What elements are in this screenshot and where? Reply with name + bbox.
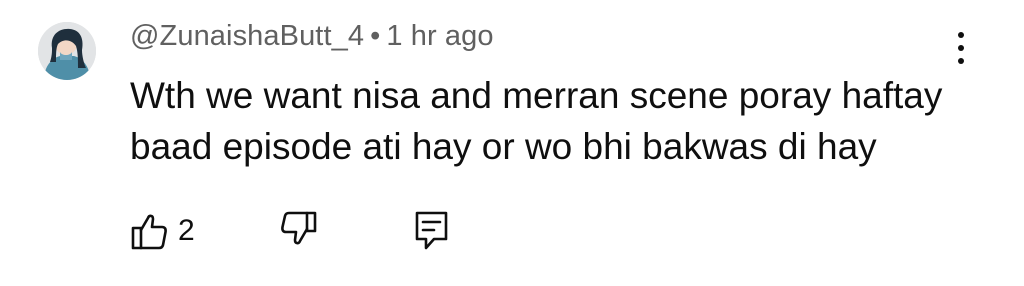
more-vert-icon [958,32,964,38]
like-count: 2 [178,214,195,247]
reply-comment-icon [415,211,448,250]
dislike-button[interactable] [274,208,324,254]
comment-text: Wth we want nisa and merran scene poray … [130,75,943,167]
thumbs-down-icon [281,211,317,245]
avatar-illustration [38,22,96,80]
meta-separator: • [370,20,381,52]
more-options-button[interactable] [945,30,977,70]
comment-meta: @ZunaishaButt_4 • 1 hr ago [130,20,494,53]
author-name[interactable]: @ZunaishaButt_4 [130,20,364,52]
reply-button[interactable] [408,208,458,254]
avatar[interactable] [38,22,96,80]
like-button[interactable]: 2 [128,208,208,254]
comment-card: @ZunaishaButt_4 • 1 hr ago Wth we want nis… [0,0,1024,286]
comment-timestamp[interactable]: 1 hr ago [386,20,493,52]
thumbs-up-icon [131,214,167,250]
more-vert-icon-dot-3 [958,58,964,64]
more-vert-icon-dot-2 [958,45,964,51]
comment-actions: 2 [0,208,1024,254]
